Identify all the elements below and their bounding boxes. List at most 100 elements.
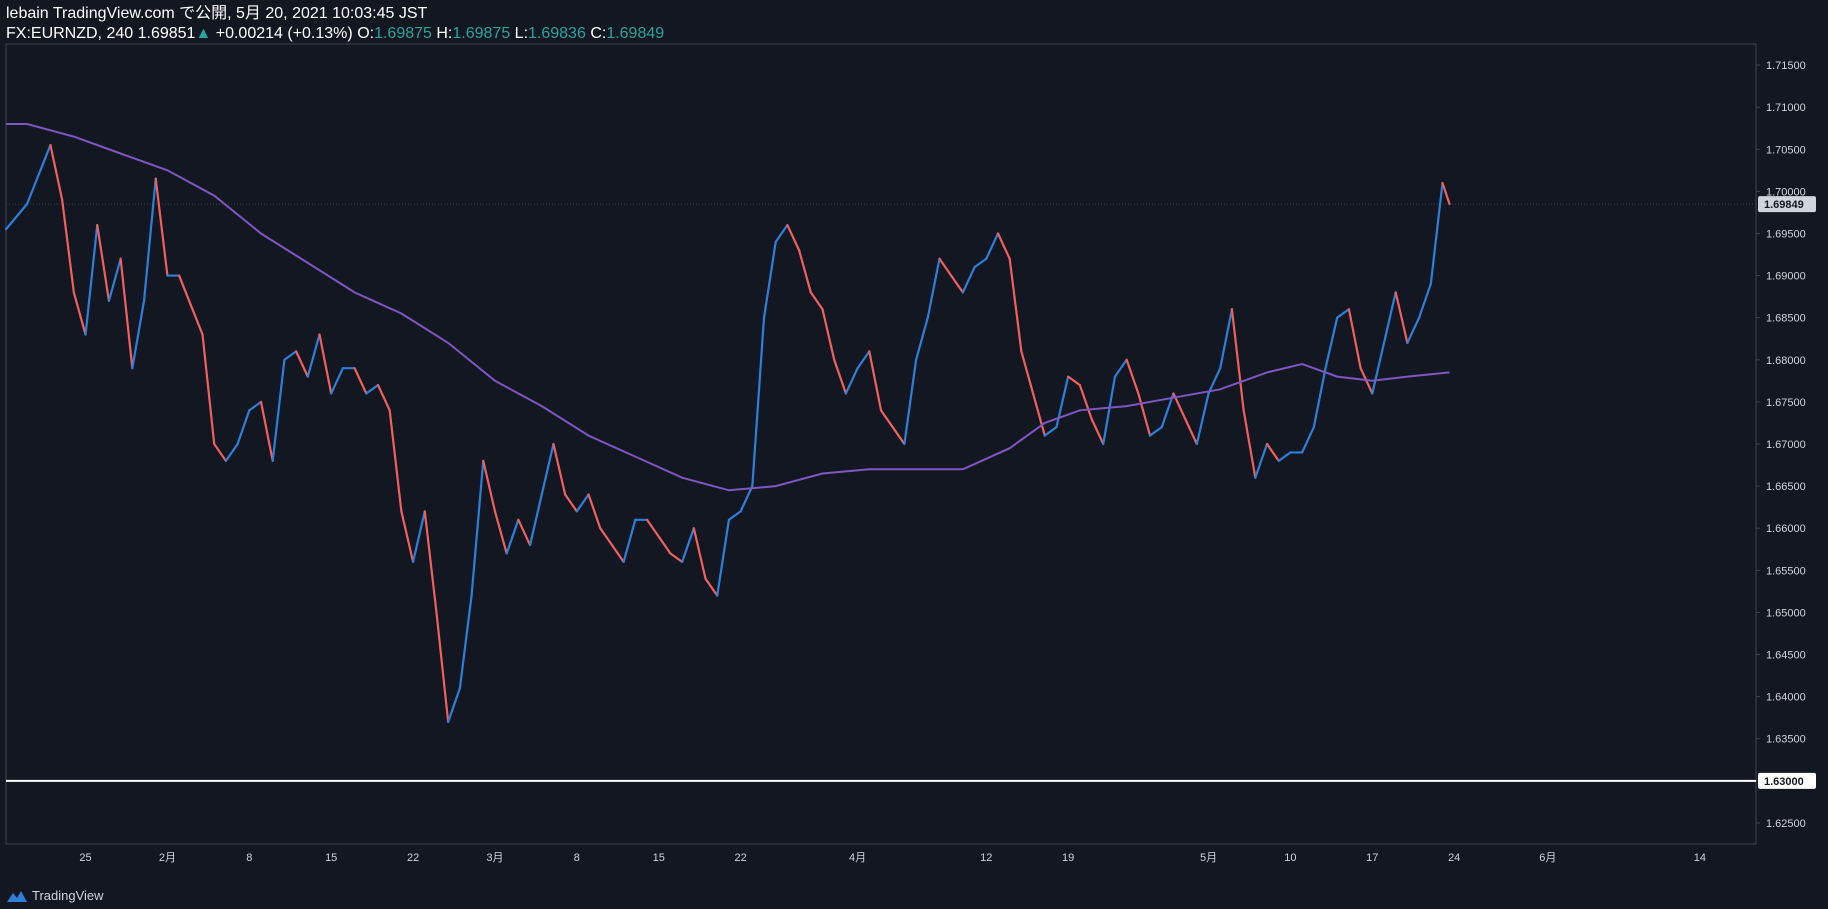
price-segment <box>1371 341 1386 395</box>
price-segment <box>1301 426 1315 454</box>
price-segment <box>1418 282 1432 319</box>
price-series <box>4 143 1451 723</box>
x-tick-label: 2月 <box>159 852 176 864</box>
price-segment <box>1055 375 1070 429</box>
high-value: 1.69875 <box>452 25 511 42</box>
change-value: +0.00214 (+0.13%) <box>215 25 353 42</box>
y-tick-label: 1.66500 <box>1766 481 1806 493</box>
price-segment <box>1242 409 1257 479</box>
price-segment <box>482 459 497 513</box>
x-tick-label: 15 <box>653 852 665 864</box>
price-segment <box>903 358 918 446</box>
y-tick-label: 1.69500 <box>1766 228 1806 240</box>
price-segment <box>751 316 766 488</box>
price-segment <box>622 518 637 563</box>
price-segment <box>1008 257 1023 353</box>
x-tick-label: 4月 <box>849 852 866 864</box>
price-segment <box>996 232 1011 260</box>
price-segment <box>1441 181 1451 206</box>
y-tick-label: 1.65500 <box>1766 565 1806 577</box>
moving-average-series <box>6 123 1450 492</box>
price-segment <box>657 535 672 555</box>
price-segment <box>1125 358 1140 395</box>
price-segment <box>1195 392 1210 446</box>
price-segment <box>458 594 473 690</box>
price-segment <box>540 442 555 496</box>
symbol-label: FX:EURNZD, 240 <box>6 25 134 42</box>
x-tick-label: 12 <box>980 852 992 864</box>
price-segment <box>435 611 450 723</box>
price-segment <box>283 350 298 361</box>
price-segment <box>552 442 567 496</box>
price-segment <box>1277 451 1292 462</box>
price-segment <box>1102 375 1117 446</box>
price-segment <box>224 442 239 462</box>
moving-average-line <box>6 123 1450 492</box>
price-segment <box>1312 367 1327 429</box>
price-segment <box>376 383 391 412</box>
price-segment <box>891 426 906 446</box>
price-segment <box>645 518 660 538</box>
price-segment <box>938 257 953 277</box>
price-segment <box>575 493 590 513</box>
price-segment <box>1336 308 1351 319</box>
price-segment <box>447 687 461 723</box>
tradingview-logo-icon <box>7 890 27 902</box>
ohlc-line: FX:EURNZD, 240 1.69851▲ +0.00214 (+0.13%… <box>6 24 664 44</box>
last-price: 1.69851 <box>137 25 196 42</box>
x-tick-label: 22 <box>407 852 419 864</box>
price-segment <box>154 177 169 277</box>
price-segment <box>411 510 426 563</box>
price-segment <box>809 291 824 311</box>
x-tick-label: 25 <box>79 852 91 864</box>
price-segment <box>914 316 929 361</box>
close-value: 1.69849 <box>606 25 665 42</box>
price-segment <box>96 223 111 302</box>
brand-label: TradingView <box>32 888 104 903</box>
price-segment <box>49 143 64 201</box>
price-segment <box>4 202 29 231</box>
publisher-line: lebain TradingView.com で公開, 5月 20, 2021 … <box>6 5 428 22</box>
price-segment <box>692 527 707 580</box>
price-segment <box>1137 392 1152 437</box>
horizontal-line-group <box>6 203 1756 782</box>
price-segment <box>716 518 731 597</box>
price-segment <box>610 543 625 563</box>
price-segment <box>259 400 274 462</box>
low-value: 1.69836 <box>528 25 586 42</box>
price-segment <box>1020 350 1035 395</box>
price-segment <box>727 510 742 521</box>
low-label: L: <box>514 25 529 42</box>
price-segment <box>1090 417 1105 446</box>
price-segment <box>950 274 964 294</box>
y-tick-label: 1.67500 <box>1766 397 1806 409</box>
chart-header: lebain TradingView.com で公開, 5月 20, 2021 … <box>6 4 664 44</box>
y-tick-label: 1.65000 <box>1766 607 1806 619</box>
price-segment <box>330 367 344 395</box>
y-tick-label: 1.63500 <box>1766 734 1806 746</box>
price-segment <box>1265 442 1280 462</box>
price-segment <box>189 303 204 336</box>
y-tick-label: 1.64500 <box>1766 650 1806 662</box>
price-segment <box>879 409 894 429</box>
price-segment <box>798 249 812 294</box>
x-tick-label: 22 <box>735 852 747 864</box>
price-segment <box>528 493 543 547</box>
x-tick-label: 6月 <box>1539 852 1556 864</box>
price-segment <box>248 400 263 412</box>
open-value: 1.69875 <box>374 25 432 42</box>
price-segment <box>1148 426 1163 437</box>
price-segment <box>142 177 157 302</box>
price-segment <box>131 299 146 370</box>
price-segment <box>236 409 251 446</box>
price-segment <box>1394 291 1409 345</box>
footer[interactable]: TradingView <box>6 888 104 903</box>
x-tick-label: 15 <box>325 852 337 864</box>
price-segment <box>926 257 941 319</box>
price-segment <box>201 333 216 446</box>
y-tick-label: 1.62500 <box>1766 818 1806 830</box>
y-tick-label: 1.69000 <box>1766 271 1806 283</box>
close-label: C: <box>590 25 607 42</box>
open-label: O: <box>357 25 375 42</box>
x-tick-label: 8 <box>246 852 252 864</box>
